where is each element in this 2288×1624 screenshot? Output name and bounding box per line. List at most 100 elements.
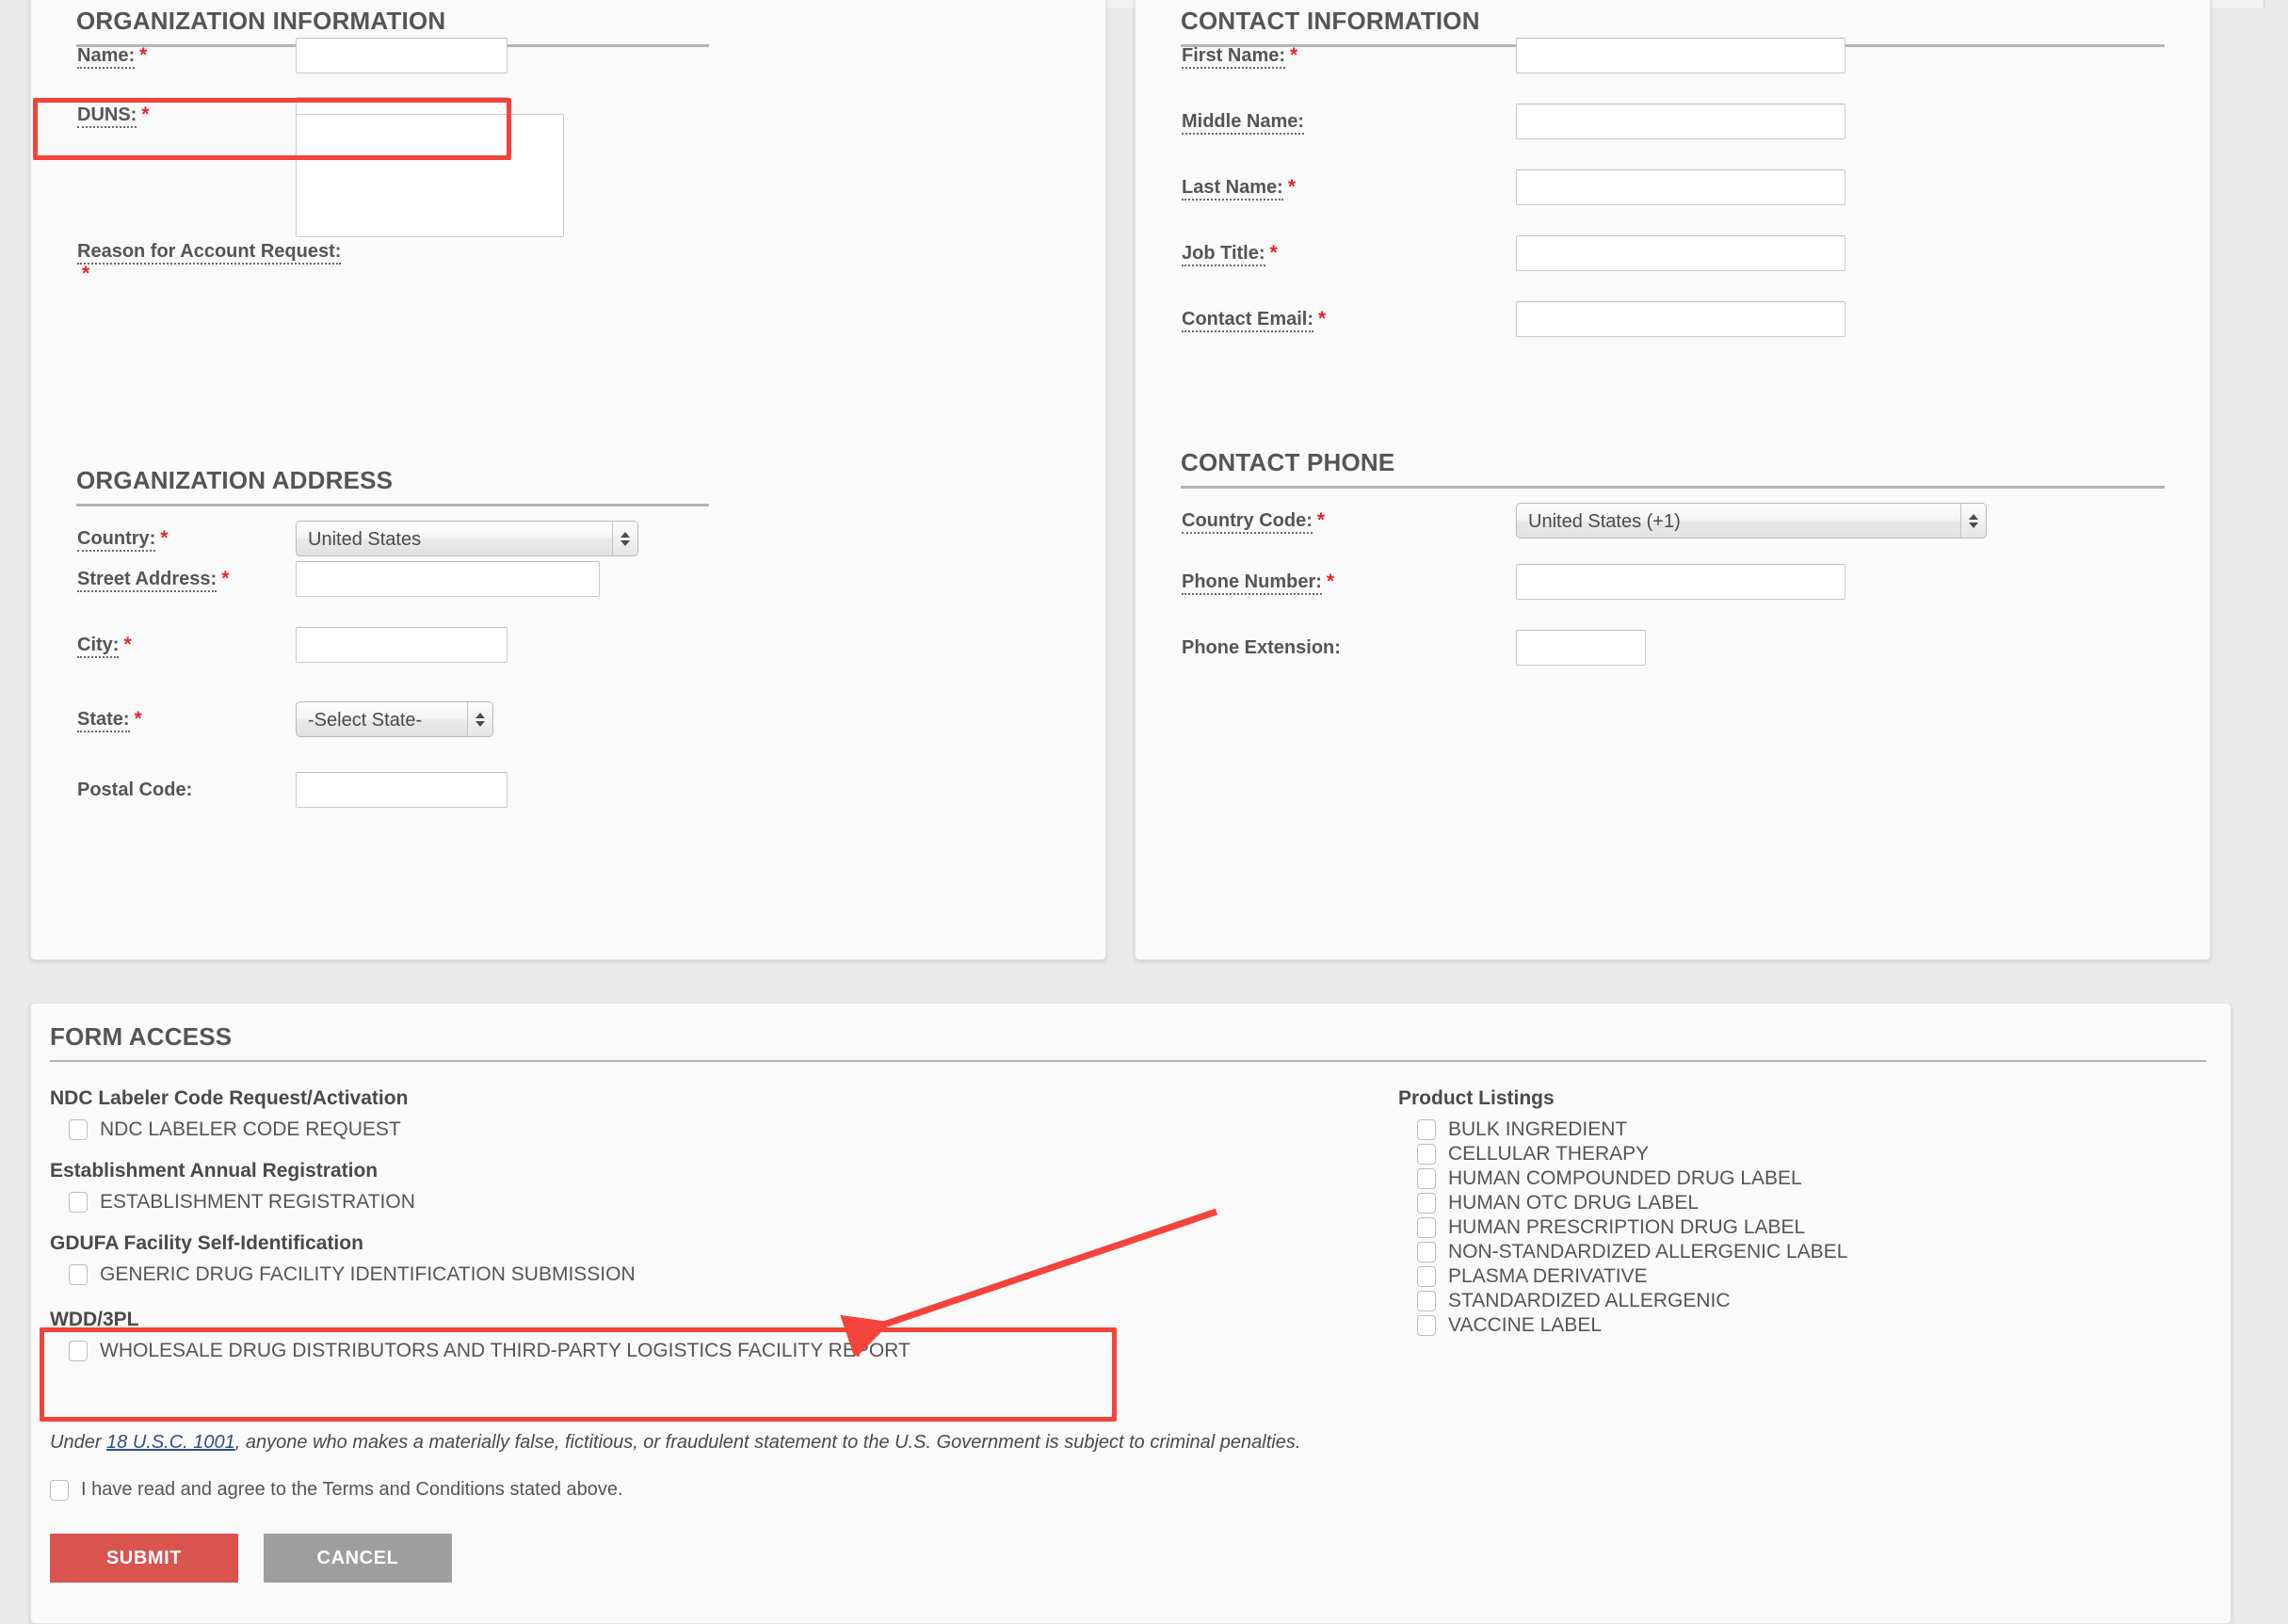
required-marker: * bbox=[134, 707, 142, 730]
checkbox-box[interactable] bbox=[1417, 1242, 1436, 1262]
checkbox-label: NDC LABELER CODE REQUEST bbox=[100, 1118, 401, 1140]
checkbox-establishment-registration[interactable]: ESTABLISHMENT REGISTRATION bbox=[69, 1191, 1161, 1214]
checkbox-label: PLASMA DERIVATIVE bbox=[1448, 1265, 1648, 1287]
checkbox-ndc-labeler-code-request[interactable]: NDC LABELER CODE REQUEST bbox=[69, 1118, 1161, 1141]
input-postal-code[interactable] bbox=[296, 772, 508, 808]
checkbox-box[interactable] bbox=[50, 1479, 69, 1501]
organization-panel: ORGANIZATION INFORMATION Name: * DUNS: * R… bbox=[30, 0, 1106, 960]
checkbox-label: NON-STANDARDIZED ALLERGENIC LABEL bbox=[1448, 1241, 1848, 1262]
group-heading: Establishment Annual Registration bbox=[50, 1160, 379, 1182]
label-country-code: Country Code: * bbox=[1182, 508, 1516, 534]
required-marker: * bbox=[1316, 508, 1326, 531]
label-first-name: First Name: * bbox=[1182, 43, 1516, 69]
form-access-panel: FORM ACCESS NDC Labeler Code Request/Act… bbox=[30, 1003, 2232, 1624]
checkbox-non-standardized-allergenic-label[interactable]: NON-STANDARDIZED ALLERGENIC LABEL bbox=[1417, 1241, 2199, 1263]
input-contact-email[interactable] bbox=[1516, 301, 1845, 337]
group-heading: WDD/3PL bbox=[50, 1309, 139, 1330]
checkbox-cellular-therapy[interactable]: CELLULAR THERAPY bbox=[1417, 1143, 2199, 1166]
label-middle-name: Middle Name: bbox=[1182, 110, 1516, 135]
checkbox-box[interactable] bbox=[1417, 1193, 1436, 1214]
required-marker: * bbox=[160, 526, 169, 549]
select-country-code[interactable]: United States (+1) bbox=[1516, 503, 1987, 539]
select-state-value: -Select State- bbox=[308, 710, 423, 731]
label-duns: DUNS: * bbox=[77, 103, 296, 128]
form-access-left-column: NDC Labeler Code Request/Activation NDC … bbox=[50, 1087, 1161, 1362]
input-first-name[interactable] bbox=[1516, 38, 1845, 73]
select-country-code-value: United States (+1) bbox=[1528, 511, 1681, 532]
field-row-middle-name: Middle Name: bbox=[1182, 103, 2161, 140]
checkbox-bulk-ingredient[interactable]: BULK INGREDIENT bbox=[1417, 1118, 2199, 1141]
checkbox-plasma-derivative[interactable]: PLASMA DERIVATIVE bbox=[1417, 1265, 2199, 1288]
checkbox-label: I have read and agree to the Terms and C… bbox=[81, 1479, 623, 1500]
checkbox-wholesale-drug-distributors-report[interactable]: WHOLESALE DRUG DISTRIBUTORS AND THIRD-PA… bbox=[69, 1340, 1161, 1362]
usc-1001-link[interactable]: 18 U.S.C. 1001 bbox=[106, 1432, 235, 1453]
required-marker: * bbox=[141, 103, 150, 125]
product-listings-heading: Product Listings bbox=[1398, 1087, 1555, 1109]
label-postal-code: Postal Code: bbox=[77, 779, 193, 800]
checkbox-standardized-allergenic[interactable]: STANDARDIZED ALLERGENIC bbox=[1417, 1290, 2199, 1312]
label-city: City: * bbox=[77, 633, 296, 658]
chevron-updown-icon bbox=[1960, 504, 1986, 538]
required-marker: * bbox=[82, 263, 90, 284]
checkbox-box[interactable] bbox=[1417, 1144, 1436, 1165]
field-row-street-address: Street Address: * bbox=[77, 560, 1056, 598]
checkbox-box[interactable] bbox=[69, 1119, 88, 1140]
checkbox-box[interactable] bbox=[1417, 1291, 1436, 1311]
textarea-reason-for-account-request[interactable] bbox=[296, 114, 564, 237]
field-row-phone-number: Phone Number: * bbox=[1182, 563, 2161, 601]
select-country[interactable]: United States bbox=[296, 521, 638, 556]
input-phone-extension[interactable] bbox=[1516, 630, 1646, 666]
checkbox-human-compounded-drug-label[interactable]: HUMAN COMPOUNDED DRUG LABEL bbox=[1417, 1167, 2199, 1190]
required-marker: * bbox=[1318, 307, 1327, 330]
label-reason-for-account-request: Reason for Account Request: * bbox=[77, 241, 342, 284]
input-job-title[interactable] bbox=[1516, 235, 1845, 271]
checkbox-label: ESTABLISHMENT REGISTRATION bbox=[100, 1191, 415, 1213]
input-last-name[interactable] bbox=[1516, 169, 1845, 205]
checkbox-box[interactable] bbox=[69, 1341, 88, 1361]
field-row-country: Country: * United States bbox=[77, 520, 1056, 557]
input-street-address[interactable] bbox=[296, 561, 600, 597]
label-street-address: Street Address: * bbox=[77, 568, 296, 592]
label-country: Country: * bbox=[77, 526, 296, 552]
label-phone-extension: Phone Extension: bbox=[1182, 636, 1341, 658]
checkbox-human-prescription-drug-label[interactable]: HUMAN PRESCRIPTION DRUG LABEL bbox=[1417, 1216, 2199, 1239]
field-row-city: City: * bbox=[77, 626, 1056, 664]
checkbox-box[interactable] bbox=[1417, 1217, 1436, 1238]
legal-suffix: , anyone who makes a materially false, f… bbox=[234, 1432, 1301, 1453]
required-marker: * bbox=[1287, 175, 1296, 198]
input-phone-number[interactable] bbox=[1516, 564, 1845, 600]
organization-address-heading: ORGANIZATION ADDRESS bbox=[76, 466, 709, 506]
required-marker: * bbox=[1326, 570, 1335, 592]
group-wdd-3pl: WDD/3PL WHOLESALE DRUG DISTRIBUTORS AND … bbox=[50, 1309, 1161, 1362]
submit-button[interactable]: SUBMIT bbox=[50, 1534, 238, 1583]
input-city[interactable] bbox=[296, 627, 508, 663]
required-marker: * bbox=[1290, 43, 1298, 66]
required-marker: * bbox=[123, 633, 132, 655]
input-name[interactable] bbox=[296, 38, 508, 73]
group-ndc-labeler-code: NDC Labeler Code Request/Activation NDC … bbox=[50, 1087, 1161, 1141]
checkbox-label: STANDARDIZED ALLERGENIC bbox=[1448, 1290, 1731, 1311]
checkbox-box[interactable] bbox=[69, 1192, 88, 1213]
checkbox-generic-drug-facility-identification[interactable]: GENERIC DRUG FACILITY IDENTIFICATION SUB… bbox=[69, 1263, 1161, 1286]
field-row-first-name: First Name: * bbox=[1182, 37, 2161, 74]
field-row-duns: DUNS: * bbox=[77, 96, 1056, 134]
group-gdufa-facility-self-identification: GDUFA Facility Self-Identification GENER… bbox=[50, 1232, 1161, 1286]
checkbox-human-otc-drug-label[interactable]: HUMAN OTC DRUG LABEL bbox=[1417, 1192, 2199, 1214]
checkbox-box[interactable] bbox=[1417, 1168, 1436, 1189]
checkbox-box[interactable] bbox=[1417, 1315, 1436, 1336]
checkbox-box[interactable] bbox=[1417, 1119, 1436, 1140]
checkbox-terms-and-conditions[interactable]: I have read and agree to the Terms and C… bbox=[50, 1479, 623, 1501]
required-marker: * bbox=[139, 43, 148, 66]
checkbox-box[interactable] bbox=[69, 1264, 88, 1285]
checkbox-vaccine-label[interactable]: VACCINE LABEL bbox=[1417, 1314, 2199, 1337]
input-middle-name[interactable] bbox=[1516, 104, 1845, 139]
select-state[interactable]: -Select State- bbox=[296, 701, 493, 737]
checkbox-label: HUMAN COMPOUNDED DRUG LABEL bbox=[1448, 1167, 1802, 1189]
checkbox-label: BULK INGREDIENT bbox=[1448, 1118, 1628, 1140]
checkbox-box[interactable] bbox=[1417, 1266, 1436, 1287]
legal-prefix: Under bbox=[50, 1432, 107, 1453]
chevron-updown-icon bbox=[467, 702, 492, 736]
cancel-button[interactable]: CANCEL bbox=[264, 1534, 452, 1583]
checkbox-label: VACCINE LABEL bbox=[1448, 1314, 1603, 1336]
required-marker: * bbox=[1269, 241, 1278, 264]
